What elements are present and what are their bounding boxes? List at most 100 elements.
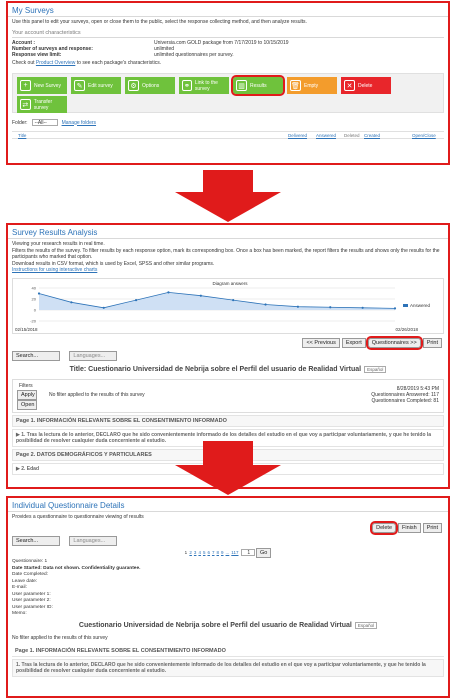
no-filter-text: No filter applied to the results of this… (12, 634, 108, 641)
survey-title: Title: Cuestionario Universidad de Nebri… (69, 365, 362, 373)
account-rows: Account : Universia.com GOLD package from… (8, 40, 448, 58)
page-link[interactable]: 7 (212, 550, 215, 555)
col-deleted: Deleted (344, 133, 360, 138)
go-button[interactable]: Go (256, 548, 272, 558)
print-button[interactable]: Print (422, 337, 442, 348)
down-arrow-icon (175, 170, 281, 222)
legend-swatch (403, 303, 408, 307)
col-created[interactable]: Created (364, 133, 380, 138)
page-link[interactable]: 2 (189, 550, 192, 555)
results-line-2: Filters the results of the survey. To fi… (12, 247, 440, 261)
transfer-icon: ⇄ (20, 99, 31, 110)
current-page: 1 (184, 550, 188, 555)
product-overview-line: Check out Product Overview to see each p… (8, 58, 448, 69)
survey-title-line: Cuestionario Universidad de Nebrija sobr… (8, 618, 448, 633)
survey-title: Cuestionario Universidad de Nebrija sobr… (78, 621, 352, 629)
edit-survey-label: Edit survey (88, 82, 113, 89)
page-1-header[interactable]: Page 1. INFORMACIÓN RELEVANTE SOBRE EL C… (12, 414, 444, 427)
folder-label: Folder: (12, 119, 28, 126)
no-filter-text: No filter applied to the results of this… (49, 391, 145, 398)
details-intro: Provides a questionnaire to questionnair… (12, 514, 144, 520)
results-label: Results (250, 82, 267, 89)
chart-title: Diagram answers (212, 281, 248, 286)
answered-point (264, 302, 267, 306)
answered-point (199, 294, 202, 297)
results-button[interactable]: ▥ Results (231, 75, 285, 96)
instructions-link[interactable]: Instructions for using interactive chart… (12, 267, 444, 274)
account-section-title: Your account characteristics (12, 30, 444, 38)
y-tick-label: 0 (34, 307, 37, 312)
manage-folders-link[interactable]: Manage folders (62, 120, 96, 126)
trash-icon: 🗑 (290, 80, 301, 91)
answered-point (167, 290, 170, 293)
x-tick-label: 02/15/2018 (15, 327, 38, 332)
link-to-survey-button[interactable]: ⚭ Link to the survey (179, 77, 229, 94)
page-link[interactable]: 3 (194, 550, 197, 555)
edit-survey-button[interactable]: ✎ Edit survey (71, 77, 121, 94)
survey-toolbar: + New Survey ✎ Edit survey ⚙ Options ⚭ Link … (12, 73, 444, 113)
details-action-buttons: Delete Finish Print (8, 521, 448, 535)
folder-select[interactable]: --All-- (31, 119, 58, 126)
page-input[interactable]: 1 (240, 549, 255, 556)
options-button[interactable]: ⚙ Options (125, 77, 175, 94)
y-tick-label: -20 (30, 318, 37, 323)
col-answered[interactable]: Answered (316, 133, 336, 138)
answers-chart-svg: Diagram answers 40 20 0 -20 02/15/2018 02/26/2… (15, 281, 431, 332)
panel-title: Individual Questionnaire Details (8, 498, 448, 512)
pagination: 1 2 3 4 5 6 7 8 9... 117 1 Go (8, 547, 448, 559)
panel-title: My Surveys (8, 3, 448, 17)
product-overview-link[interactable]: Product Overview (36, 60, 75, 66)
finish-button[interactable]: Finish (398, 523, 421, 533)
col-title[interactable]: Title (18, 133, 26, 138)
print-button[interactable]: Print (422, 523, 442, 533)
x-tick-label: 02/26/2018 (395, 327, 418, 332)
folder-row: Folder: --All-- Manage folders (8, 117, 448, 128)
languages-button[interactable]: Languages... (69, 350, 118, 361)
page-link[interactable]: 117 (231, 550, 238, 555)
stats-answered: Questionnaires Answered: 117 (371, 391, 439, 398)
stats-completed: Questionnaires Completed: 81 (371, 397, 439, 404)
gear-icon: ⚙ (128, 80, 139, 91)
filters-box: Filters Apply Open No filter applied to … (12, 378, 444, 413)
languages-button[interactable]: Languages... (69, 536, 118, 546)
down-arrow-icon (175, 441, 281, 495)
answered-point (296, 305, 300, 308)
empty-label: Empty (304, 82, 319, 89)
language-select[interactable]: Español (364, 365, 387, 373)
col-delivered[interactable]: Delivered (288, 133, 307, 138)
answered-point (361, 306, 364, 309)
filters-label: Filters (19, 382, 33, 389)
survey-table-header: Title Delivered Answered Deleted Created… (12, 131, 444, 139)
panel-title: Survey Results Analysis (8, 225, 448, 239)
account-row-value: Universia.com GOLD package from 7/17/201… (154, 40, 289, 46)
question-1: 1. Tras la lectura de lo anterior, DECLA… (12, 658, 444, 677)
options-label: Options (142, 82, 160, 89)
transfer-survey-button[interactable]: ⇄ Transfer survey (17, 96, 67, 113)
page-link[interactable]: 6 (207, 550, 210, 555)
page-link[interactable]: 8 (217, 550, 220, 555)
page-link[interactable]: 5 (203, 550, 206, 555)
delete-questionnaire-button[interactable]: Delete (370, 521, 399, 535)
language-select[interactable]: Español (354, 621, 378, 629)
previous-button[interactable]: << Previous (302, 337, 340, 348)
search-button[interactable]: Search... (12, 350, 60, 361)
delete-button[interactable]: ✕ Delete (341, 77, 391, 94)
answered-point (393, 306, 397, 309)
questionnaires-button[interactable]: Questionnaires >> (365, 335, 423, 350)
y-tick-label: 20 (32, 296, 37, 301)
panel-intro: Use this panel to edit your surveys, ope… (12, 19, 307, 25)
search-button[interactable]: Search... (12, 536, 60, 546)
page-link[interactable]: 4 (198, 550, 201, 555)
new-survey-icon: + (20, 80, 31, 91)
y-tick-label: 40 (32, 285, 37, 290)
page-link[interactable]: ... (226, 550, 230, 555)
apply-button[interactable]: Apply (17, 389, 37, 400)
results-nav-buttons: << Previous Export Questionnaires >> Pri… (8, 335, 448, 350)
page-link[interactable]: 9 (221, 550, 224, 555)
col-open-close[interactable]: Open/Close (412, 133, 436, 138)
empty-button[interactable]: 🗑 Empty (287, 77, 337, 94)
new-survey-button[interactable]: + New Survey (17, 77, 67, 94)
open-button[interactable]: Open (17, 399, 37, 410)
check-suffix: to see each package's characteristics. (75, 60, 162, 66)
export-button[interactable]: Export (341, 337, 366, 348)
